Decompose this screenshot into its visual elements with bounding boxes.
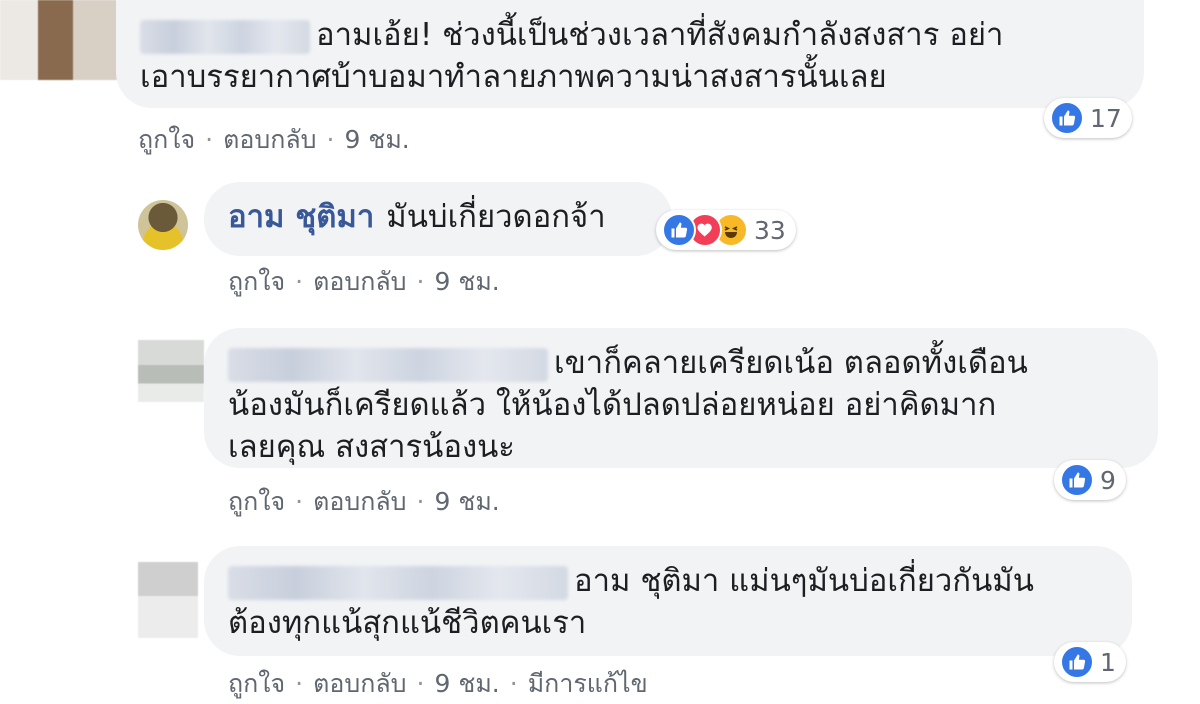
avatar[interactable] [138,562,198,638]
timestamp[interactable]: 9 ชม. [345,125,410,154]
reply-link[interactable]: ตอบกลับ [313,267,406,296]
like-link[interactable]: ถูกใจ [228,669,285,698]
comment-actions: ถูกใจ · ตอบกลับ · 9 ชม. [228,487,500,516]
reaction-summary[interactable]: 9 [1054,460,1126,500]
comment-text-line-2: น้องมันก็เครียดแล้ว ให้น้องได้ปลดปล่อยหน… [228,387,997,423]
comment-text-line-3: เลยคุณ สงสารน้องนะ [228,429,515,465]
comment-text-line-2: ต้องทุกแน้สุกแน้ชีวิตคนเรา [228,605,587,641]
reaction-summary[interactable]: 1 [1054,642,1126,682]
comment-text: เขาก็คลายเครียดเน้อ ตลอดทั้งเดือน [228,342,1028,384]
reaction-summary[interactable]: 17 [1044,98,1132,138]
avatar[interactable] [138,200,188,250]
reply-link[interactable]: ตอบกลับ [313,669,406,698]
timestamp[interactable]: 9 ชม. [435,669,500,698]
comment-text: อามเอ้ย! ช่วงนี้เป็นช่วงเวลาที่สังคมกำลั… [140,14,1003,56]
author-name-blurred[interactable] [228,565,568,600]
reply-link[interactable]: ตอบกลับ [223,125,316,154]
reaction-count: 33 [754,215,786,245]
comment-text: อาม ชุติมา มันบ่เกี่ยวดอกจ้า [228,199,606,235]
reaction-count: 17 [1090,103,1122,133]
author-name-blurred[interactable] [140,19,310,54]
like-reaction-icon [1050,101,1084,135]
timestamp[interactable]: 9 ชม. [435,267,500,296]
author-name-blurred[interactable] [228,347,548,382]
author-name[interactable]: อาม ชุติมา [228,199,374,235]
like-reaction-icon [662,213,696,247]
reply-link[interactable]: ตอบกลับ [313,487,406,516]
comment-actions: ถูกใจ · ตอบกลับ · 9 ชม. · มีการแก้ไข [228,669,648,698]
like-link[interactable]: ถูกใจ [228,267,285,296]
like-link[interactable]: ถูกใจ [228,487,285,516]
edited-label[interactable]: มีการแก้ไข [528,669,648,698]
comment-actions: ถูกใจ · ตอบกลับ · 9 ชม. [138,125,410,154]
reaction-summary[interactable]: 33 [656,210,796,250]
comment-text: อาม ชุติมา แม่นๆมันบ่อเกี่ยวกันมัน [228,560,1034,602]
like-link[interactable]: ถูกใจ [138,125,195,154]
comment-text-line-2: เอาบรรยากาศบ้าบอมาทำลายภาพความน่าสงสารนั… [140,59,887,95]
like-reaction-icon [1060,645,1094,679]
avatar[interactable] [138,340,204,402]
reaction-count: 1 [1100,647,1116,677]
like-reaction-icon [1060,463,1094,497]
comment-actions: ถูกใจ · ตอบกลับ · 9 ชม. [228,267,500,296]
avatar[interactable] [0,0,118,80]
reaction-count: 9 [1100,465,1116,495]
timestamp[interactable]: 9 ชม. [435,487,500,516]
